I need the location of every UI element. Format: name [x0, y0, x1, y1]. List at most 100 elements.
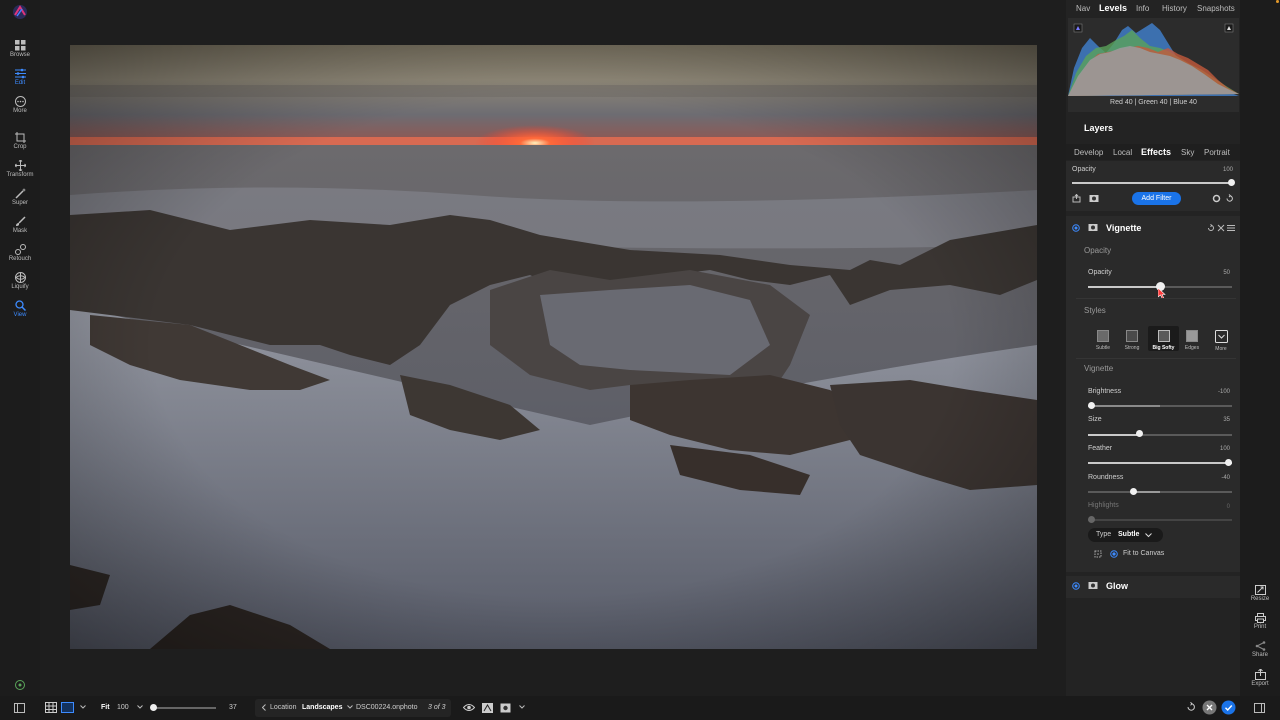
- type-dropdown[interactable]: Type Subtle: [1088, 528, 1163, 542]
- tool-browse[interactable]: Browse: [0, 40, 40, 58]
- tab-info[interactable]: Info: [1136, 4, 1149, 13]
- image-position: 3 of 3: [428, 704, 446, 711]
- style-strong[interactable]: Strong: [1119, 326, 1145, 351]
- mask-icon[interactable]: [1088, 581, 1098, 590]
- style-subtle[interactable]: Subtle: [1090, 326, 1116, 351]
- layers-title[interactable]: Layers: [1084, 123, 1113, 133]
- tool-view[interactable]: View: [0, 300, 40, 318]
- tool-label: Super: [11, 200, 28, 206]
- highlights-slider[interactable]: [1088, 519, 1232, 521]
- chevron-down-icon: [1145, 533, 1152, 538]
- menu-icon[interactable]: [1227, 224, 1235, 232]
- crosshair-icon[interactable]: [1094, 550, 1102, 558]
- image-canvas[interactable]: [40, 0, 1066, 696]
- brightness-knob[interactable]: [1088, 402, 1095, 409]
- glow-filter-header[interactable]: Glow: [1066, 576, 1240, 598]
- sidebar-toggle-icon[interactable]: [14, 703, 25, 713]
- tool-liquify[interactable]: Liquify: [0, 272, 40, 290]
- add-filter-button[interactable]: Add Filter: [1132, 192, 1181, 205]
- chevron-down-icon[interactable]: [347, 705, 353, 709]
- printer-icon: [1254, 613, 1266, 623]
- apply-check-icon[interactable]: [1221, 700, 1236, 715]
- tab-sky[interactable]: Sky: [1181, 148, 1194, 157]
- panel-toggle-icon[interactable]: [1254, 703, 1265, 713]
- print-button[interactable]: Print: [1240, 613, 1280, 630]
- resize-button[interactable]: Resize: [1240, 585, 1280, 602]
- mask-toggle-icon[interactable]: [1089, 194, 1099, 203]
- style-thumb: [1157, 330, 1170, 342]
- tab-portrait[interactable]: Portrait: [1204, 148, 1230, 157]
- size-fill: [1088, 434, 1138, 436]
- mask-icon[interactable]: [1088, 223, 1098, 232]
- zoom-value[interactable]: 100: [117, 704, 129, 711]
- close-icon[interactable]: [1217, 224, 1225, 232]
- share-button[interactable]: Share: [1240, 641, 1280, 658]
- before-after-icon[interactable]: [482, 703, 493, 713]
- brightness-fill: [1088, 405, 1160, 407]
- chevron-down-icon[interactable]: [137, 705, 143, 709]
- style-edges[interactable]: Edges: [1179, 326, 1205, 351]
- opacity-slider-knob[interactable]: [1228, 179, 1235, 186]
- thumbnail-size-knob[interactable]: [150, 704, 157, 711]
- location-value[interactable]: Landscapes: [302, 704, 342, 711]
- filter-visible-icon[interactable]: [1072, 224, 1080, 232]
- fit-button[interactable]: Fit: [101, 704, 110, 711]
- size-knob[interactable]: [1136, 430, 1143, 437]
- style-big-softy[interactable]: Big Softy: [1148, 326, 1179, 351]
- size-label: Size: [1088, 416, 1102, 423]
- layer-icon[interactable]: [1072, 194, 1081, 203]
- tool-mask[interactable]: Mask: [0, 216, 40, 234]
- location-label: Location: [270, 704, 297, 711]
- highlights-value: 0: [1226, 504, 1230, 510]
- style-thumb: [1186, 330, 1198, 342]
- gear-icon[interactable]: [1212, 194, 1221, 203]
- radio-selected-icon[interactable]: [1110, 550, 1118, 558]
- resize-icon: [1254, 585, 1266, 595]
- tool-retouch[interactable]: Retouch: [0, 244, 40, 262]
- chevron-down-icon[interactable]: [80, 705, 86, 709]
- fit-to-canvas-label[interactable]: Fit to Canvas: [1123, 550, 1164, 557]
- feather-knob[interactable]: [1225, 459, 1232, 466]
- tab-develop[interactable]: Develop: [1074, 148, 1103, 157]
- reset-filter-icon[interactable]: [1207, 224, 1215, 232]
- undo-icon[interactable]: [1186, 702, 1196, 712]
- tab-levels[interactable]: Levels: [1099, 3, 1127, 13]
- landscape-photo: [70, 45, 1037, 649]
- roundness-knob[interactable]: [1130, 488, 1137, 495]
- tab-nav[interactable]: Nav: [1076, 4, 1090, 13]
- info-tabs: Nav Levels Info History Snapshots: [1066, 0, 1240, 16]
- filter-visible-icon[interactable]: [1072, 582, 1080, 590]
- roundness-label: Roundness: [1088, 474, 1124, 481]
- roundness-value: -40: [1221, 475, 1230, 481]
- histogram-readout: Red 40 | Green 40 | Blue 40: [1110, 99, 1197, 106]
- eye-icon[interactable]: [463, 703, 475, 712]
- highlights-knob[interactable]: [1088, 516, 1095, 523]
- share-icon: [1255, 641, 1265, 651]
- vignette-header[interactable]: Vignette: [1066, 216, 1240, 240]
- tab-effects[interactable]: Effects: [1141, 147, 1171, 157]
- chevron-down-icon[interactable]: [519, 705, 525, 709]
- thumbnail-size-slider[interactable]: [153, 707, 216, 709]
- tool-transform[interactable]: Transform: [0, 160, 40, 178]
- settings-icon[interactable]: [14, 679, 26, 691]
- cancel-circle-icon[interactable]: [1202, 700, 1217, 715]
- roundness-slider[interactable]: [1088, 491, 1232, 493]
- tool-edit[interactable]: Edit: [0, 68, 40, 86]
- chevron-left-icon[interactable]: [262, 704, 266, 711]
- tool-more[interactable]: More: [0, 96, 40, 114]
- filmstrip-view-icon[interactable]: [61, 702, 74, 713]
- export-button[interactable]: Export: [1240, 669, 1280, 687]
- grid-view-icon[interactable]: [45, 702, 57, 713]
- style-more[interactable]: More: [1208, 326, 1234, 352]
- tab-history[interactable]: History: [1162, 4, 1187, 13]
- tool-super[interactable]: Super: [0, 188, 40, 206]
- tool-label: Crop: [13, 144, 27, 150]
- tool-crop[interactable]: Crop: [0, 132, 40, 150]
- reset-icon[interactable]: [1225, 194, 1234, 203]
- type-label: Type: [1096, 531, 1112, 538]
- tab-snapshots[interactable]: Snapshots: [1197, 4, 1235, 13]
- style-thumb: [1126, 330, 1138, 342]
- tab-local[interactable]: Local: [1113, 148, 1132, 157]
- export-icon: [1254, 669, 1266, 680]
- mask-view-icon[interactable]: [500, 703, 511, 713]
